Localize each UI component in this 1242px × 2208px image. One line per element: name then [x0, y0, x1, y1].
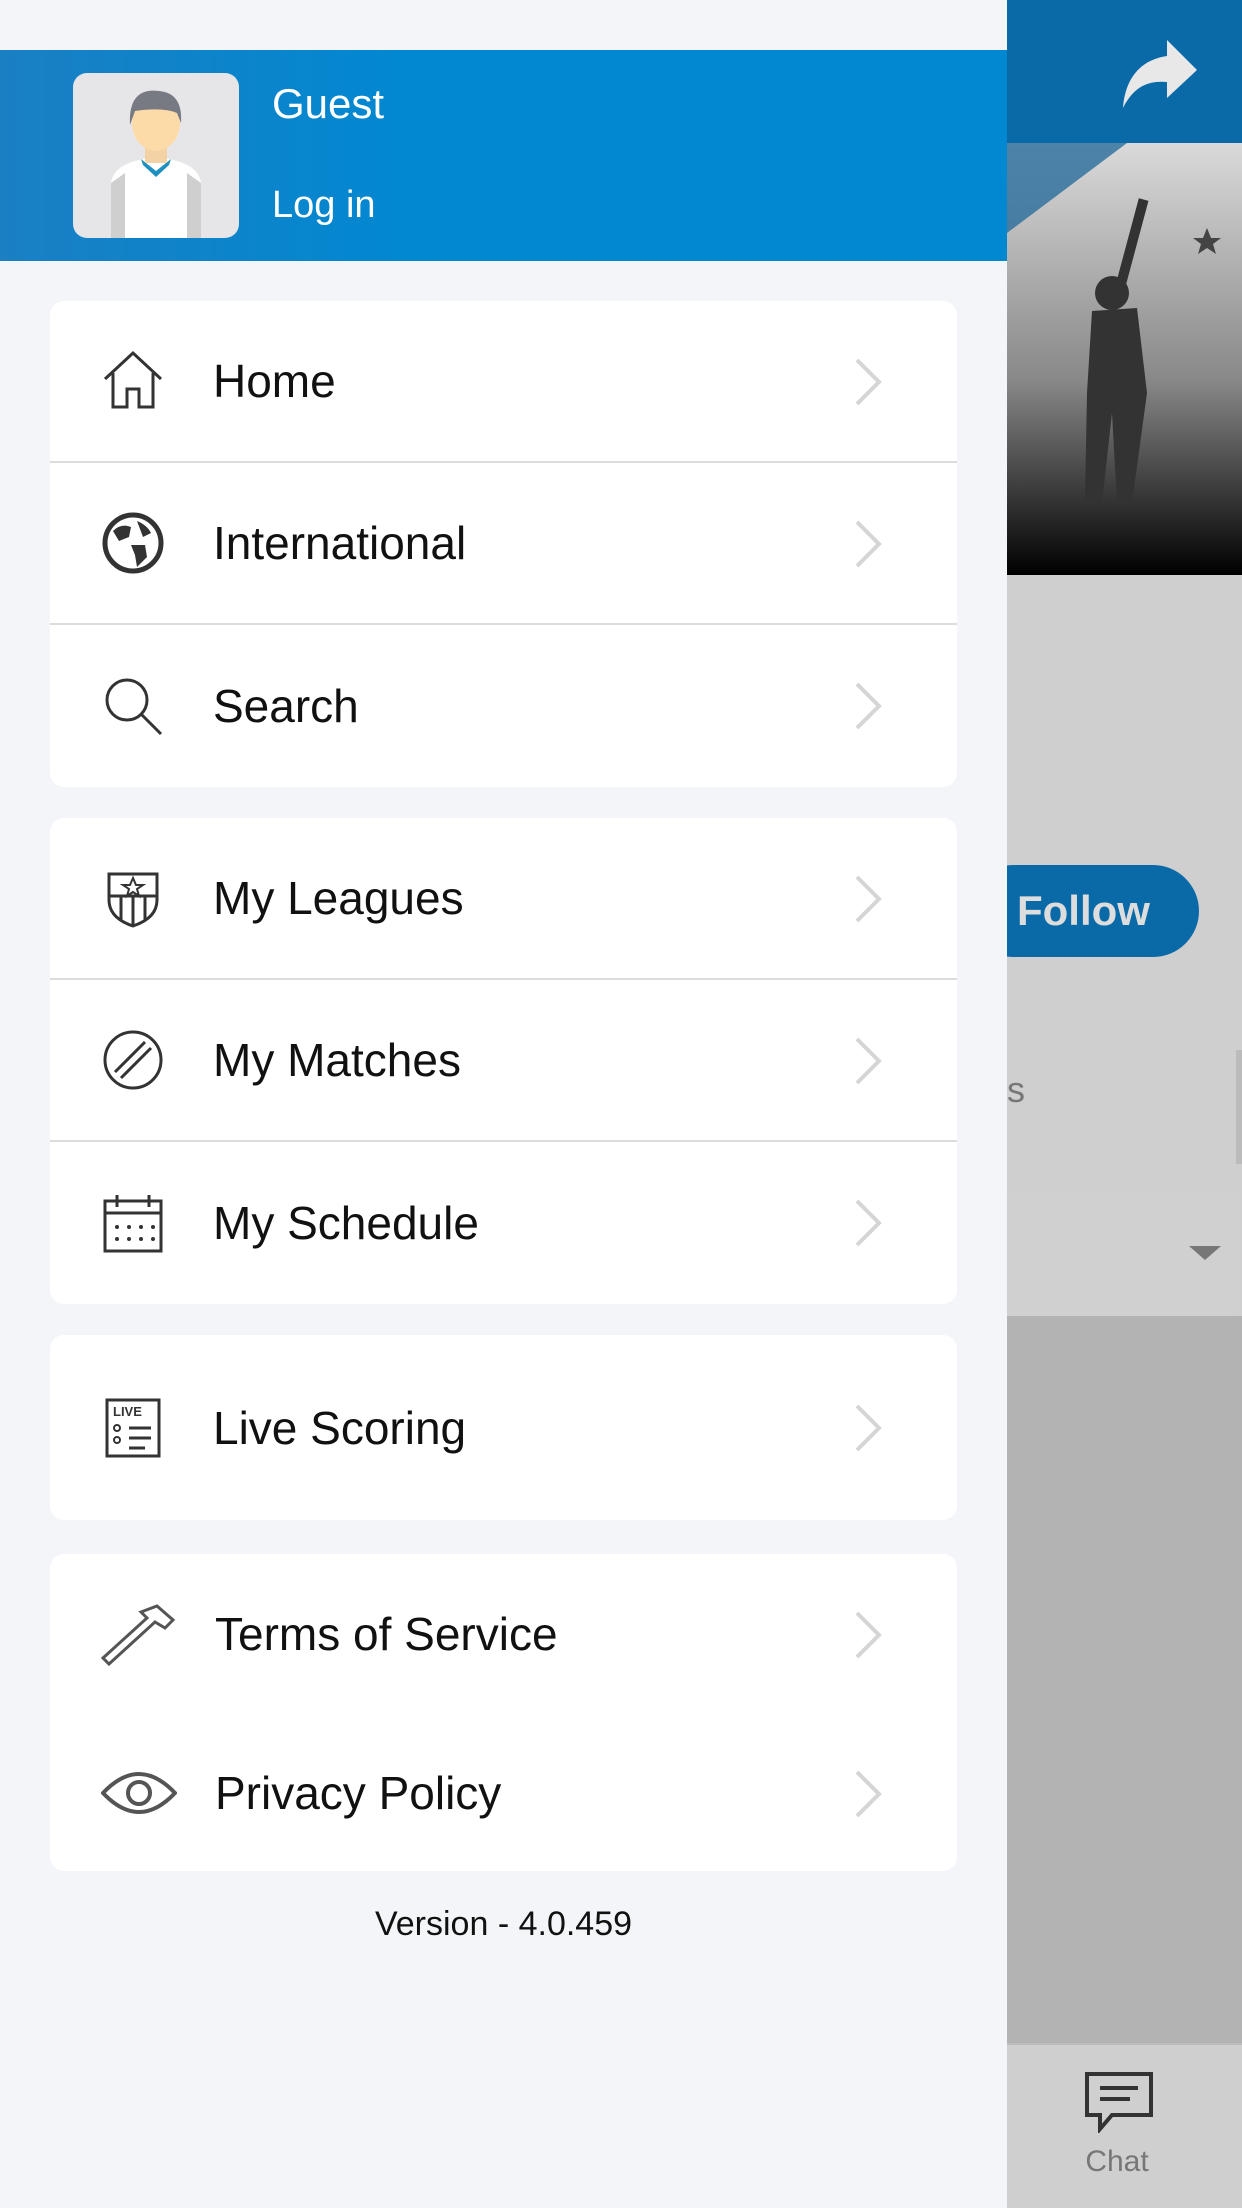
hammer-icon [101, 1603, 176, 1666]
menu-group-live: LIVE Live Scoring [50, 1335, 957, 1520]
cricket-player-banner [1007, 143, 1242, 575]
menu-item-my-leagues[interactable]: My Leagues [50, 818, 957, 980]
top-bar [1007, 0, 1242, 143]
menu-group-legal: Terms of Service Privacy Policy [50, 1554, 957, 1871]
chat-icon [1085, 2072, 1153, 2133]
menu-item-home[interactable]: Home [50, 301, 957, 463]
chat-label: Chat [1085, 2145, 1149, 2178]
chevron-right-icon [855, 1037, 882, 1085]
menu-item-label: International [213, 517, 467, 569]
app-version: Version - 4.0.459 [374, 1905, 633, 1943]
globe-icon [102, 512, 164, 574]
menu-item-label: Search [213, 680, 359, 732]
user-name: Guest [272, 80, 385, 127]
menu-item-label: Privacy Policy [215, 1766, 502, 1819]
menu-item-label: My Matches [213, 1034, 461, 1086]
drawer-header: Guest Log in [0, 50, 1007, 261]
shield-icon [107, 872, 159, 928]
avatar[interactable] [73, 73, 239, 238]
menu-item-my-matches[interactable]: My Matches [50, 980, 957, 1142]
menu-item-live-scoring[interactable]: LIVE Live Scoring [50, 1335, 957, 1520]
menu-item-terms-of-service[interactable]: Terms of Service [50, 1554, 957, 1713]
home-icon [103, 350, 163, 409]
batsman-image [1007, 143, 1221, 503]
chevron-right-icon [855, 682, 882, 730]
chevron-right-icon [855, 358, 882, 406]
share-icon[interactable] [1119, 36, 1199, 112]
chevron-right-icon [855, 1199, 882, 1247]
chevron-right-icon [855, 1770, 882, 1818]
chevron-right-icon [855, 520, 882, 568]
background-screen: Follow s Chat [967, 0, 1242, 2208]
bottom-nav: Chat [1007, 2043, 1242, 2208]
menu-item-my-schedule[interactable]: My Schedule [50, 1142, 957, 1304]
dropdown-arrow-icon [1189, 1246, 1221, 1260]
dropdown-select[interactable] [1007, 1190, 1239, 1316]
content-area [1007, 1316, 1242, 2043]
menu-item-search[interactable]: Search [50, 625, 957, 787]
menu-item-international[interactable]: International [50, 463, 957, 625]
tab-partial[interactable]: s [1007, 1050, 1242, 1164]
user-avatar-icon [111, 90, 201, 238]
eye-icon [101, 1771, 177, 1814]
ball-icon [103, 1030, 163, 1090]
chevron-right-icon [855, 1404, 882, 1452]
menu-item-privacy-policy[interactable]: Privacy Policy [50, 1713, 957, 1871]
login-link[interactable]: Log in [272, 184, 376, 227]
navigation-drawer: Guest Log in Home International Search M… [0, 0, 1007, 2208]
menu-item-label: Terms of Service [215, 1607, 558, 1660]
menu-item-label: My Leagues [213, 872, 464, 924]
menu-item-label: Live Scoring [213, 1401, 467, 1454]
chevron-right-icon [855, 875, 882, 923]
menu-item-label: My Schedule [213, 1197, 479, 1249]
calendar-icon [103, 1195, 163, 1253]
chevron-right-icon [855, 1611, 882, 1659]
menu-item-label: Home [213, 355, 336, 407]
live-scoreboard-icon: LIVE [105, 1398, 161, 1457]
menu-group-main: Home International Search [50, 301, 957, 787]
svg-text:LIVE: LIVE [113, 1404, 142, 1419]
menu-group-my: My Leagues My Matches My Schedule [50, 818, 957, 1304]
search-icon [105, 678, 163, 736]
